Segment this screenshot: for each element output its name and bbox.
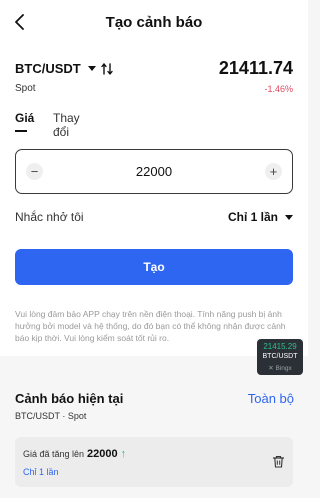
brand-logo: ✕ Bingx (268, 365, 292, 372)
caret-down-icon (285, 214, 293, 220)
create-button[interactable]: Tạo (15, 249, 293, 285)
tab-change[interactable]: Thay đổi (53, 111, 80, 139)
alert-condition-row: Giá đã tăng lên 22000 ↑ (23, 448, 126, 460)
alert-frequency: Chỉ 1 lần (23, 467, 59, 477)
reminder-row: Nhắc nhở tôi Chỉ 1 lần (15, 210, 293, 228)
market-type: Spot (15, 83, 36, 94)
reminder-label: Nhắc nhở tôi (15, 210, 84, 224)
alert-item[interactable]: Giá đã tăng lên 22000 ↑ Chỉ 1 lần (15, 437, 293, 487)
swap-arrows-icon[interactable] (101, 62, 113, 76)
last-price: 21411.74 (218, 58, 293, 78)
decrement-button[interactable]: − (26, 163, 43, 180)
price-stepper: − 22000 + (15, 149, 293, 194)
ticker-row: BTC/USDT Spot 21411.74 -1.46% (15, 58, 293, 101)
pair-name: BTC/USDT (15, 61, 81, 76)
reminder-select[interactable]: Chỉ 1 lần (228, 210, 293, 224)
tab-price[interactable]: Giá (15, 111, 34, 125)
current-alerts-title: Cảnh báo hiện tại (15, 391, 124, 406)
alert-condition: Giá đã tăng lên (23, 449, 85, 459)
view-all-link[interactable]: Toàn bộ (248, 391, 294, 406)
active-tab-indicator (15, 130, 27, 132)
page-title: Tạo cảnh báo (105, 14, 203, 31)
current-alerts-pair: BTC/USDT · Spot (15, 411, 87, 421)
alert-value: 22000 (87, 448, 118, 460)
floating-pair: BTC/USDT (262, 353, 298, 360)
alert-form-panel: Tạo cảnh báo BTC/USDT Spot 21411.74 -1.4… (0, 0, 308, 356)
reminder-value: Chỉ 1 lần (227, 210, 278, 224)
notice-text: Vui lòng đảm bảo APP chạy trên nền điện … (15, 309, 286, 343)
pair-selector[interactable]: BTC/USDT (15, 61, 96, 76)
arrow-up-icon: ↑ (120, 448, 127, 460)
trash-icon[interactable] (272, 455, 285, 468)
floating-price-widget[interactable]: 21415.29 BTC/USDT ✕ Bingx (257, 339, 303, 375)
header: Tạo cảnh báo (0, 0, 308, 46)
caret-down-icon (87, 66, 96, 71)
increment-button[interactable]: + (265, 163, 282, 180)
price-change: -1.46% (264, 84, 293, 94)
price-input[interactable]: 22000 (46, 164, 262, 179)
floating-price: 21415.29 (263, 342, 297, 351)
